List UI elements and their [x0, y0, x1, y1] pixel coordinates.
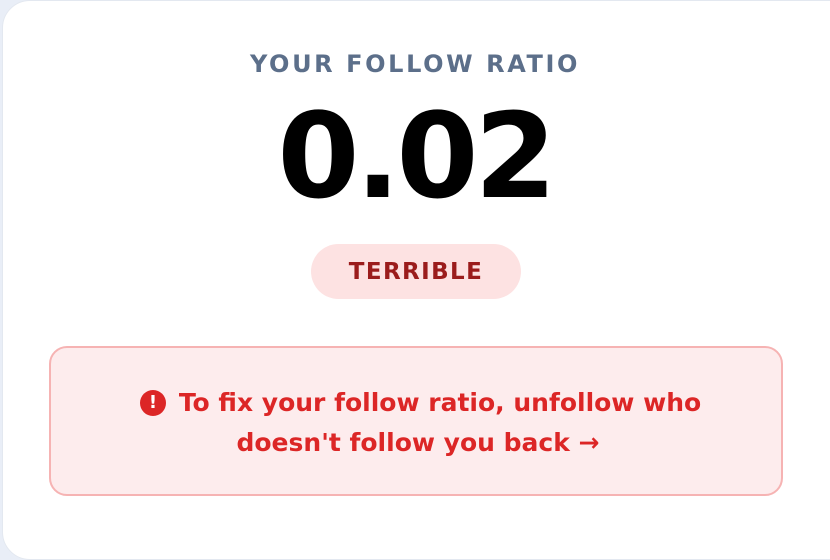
follow-ratio-value: 0.02 — [277, 87, 556, 225]
fix-ratio-alert-link[interactable]: ! To fix your follow ratio, unfollow who… — [49, 346, 783, 496]
rating-badge: TERRIBLE — [311, 244, 521, 299]
follow-ratio-heading: YOUR FOLLOW RATIO — [249, 50, 581, 78]
alert-text-line-2: doesn't follow you back → — [236, 428, 600, 457]
alert-text-line-1: To fix your follow ratio, unfollow who — [178, 388, 702, 417]
